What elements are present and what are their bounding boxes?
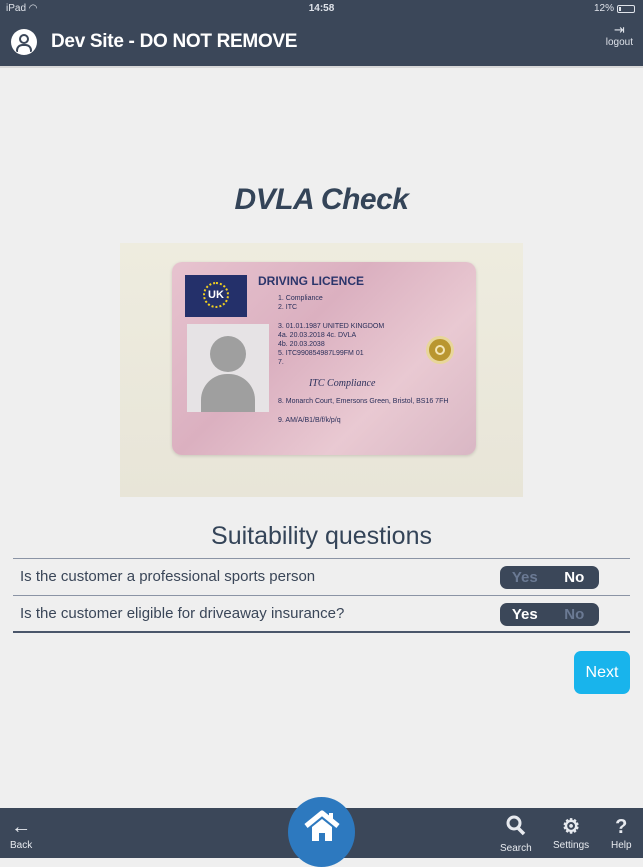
question-row: Is the customer eligible for driveaway i… <box>13 596 630 632</box>
search-icon <box>500 814 532 843</box>
battery-icon <box>617 4 635 13</box>
back-button[interactable]: ← Back <box>10 814 32 851</box>
no-option[interactable]: No <box>550 566 600 589</box>
licence-address: 8. Monarch Court, Emersons Green, Bristo… <box>278 398 449 405</box>
licence-photo: UK DRIVING LICENCE 1. Compliance 2. ITC … <box>120 243 523 497</box>
question-text: Is the customer eligible for driveaway i… <box>20 605 345 622</box>
help-button[interactable]: ? Help <box>611 814 632 851</box>
search-button[interactable]: Search <box>500 814 532 854</box>
uk-flag-icon: UK <box>185 275 247 317</box>
search-label: Search <box>500 843 532 854</box>
logout-label: logout <box>605 37 633 48</box>
help-icon: ? <box>615 816 628 838</box>
licence-heading: DRIVING LICENCE <box>258 274 365 288</box>
home-icon <box>304 810 340 841</box>
app-header: Dev Site - DO NOT REMOVE ⇥ logout <box>0 18 643 66</box>
site-title: Dev Site - DO NOT REMOVE <box>51 31 298 52</box>
licence-signature: ITC Compliance <box>309 378 376 389</box>
yes-no-toggle[interactable]: Yes No <box>500 566 599 589</box>
help-label: Help <box>611 840 632 851</box>
gear-icon: ⚙ <box>562 816 581 838</box>
hologram-icon <box>426 336 454 364</box>
clock: 14:58 <box>308 3 335 14</box>
no-option[interactable]: No <box>550 603 600 626</box>
yes-no-toggle[interactable]: Yes No <box>500 603 599 626</box>
licence-field: 7. <box>278 359 284 366</box>
back-arrow-icon: ← <box>11 816 32 838</box>
user-avatar-icon[interactable] <box>11 29 37 55</box>
licence-categories: 9. AM/A/B1/B/f/k/p/q <box>278 417 341 424</box>
licence-field: 4b. 20.03.2038 <box>278 341 325 348</box>
suitability-title: Suitability questions <box>211 522 432 550</box>
driving-licence-card: UK DRIVING LICENCE 1. Compliance 2. ITC … <box>172 262 476 455</box>
licence-field: 4a. 20.03.2018 4c. DVLA <box>278 332 357 339</box>
logout-button[interactable]: ⇥ logout <box>605 22 633 49</box>
status-bar: iPad ◠ 14:58 12% <box>0 0 643 18</box>
divider <box>13 631 630 633</box>
page-title: DVLA Check <box>234 183 409 216</box>
question-row: Is the customer a professional sports pe… <box>13 559 630 595</box>
next-button[interactable]: Next <box>574 651 630 694</box>
portrait-placeholder <box>187 324 269 412</box>
yes-option[interactable]: Yes <box>500 566 550 589</box>
settings-button[interactable]: ⚙ Settings <box>553 814 589 851</box>
back-label: Back <box>10 840 33 851</box>
licence-field: 1. Compliance <box>278 295 323 302</box>
licence-field: 3. 01.01.1987 UNITED KINGDOM <box>278 323 385 330</box>
settings-label: Settings <box>553 840 590 851</box>
home-button[interactable] <box>288 797 355 867</box>
battery-percent: 12% <box>593 3 614 14</box>
header-divider <box>0 66 643 68</box>
question-text: Is the customer a professional sports pe… <box>20 568 316 585</box>
yes-option[interactable]: Yes <box>500 603 550 626</box>
licence-field: 2. ITC <box>278 304 298 311</box>
licence-field: 5. ITC990854987L99FM 01 <box>278 350 364 357</box>
logout-icon: ⇥ <box>613 22 625 37</box>
